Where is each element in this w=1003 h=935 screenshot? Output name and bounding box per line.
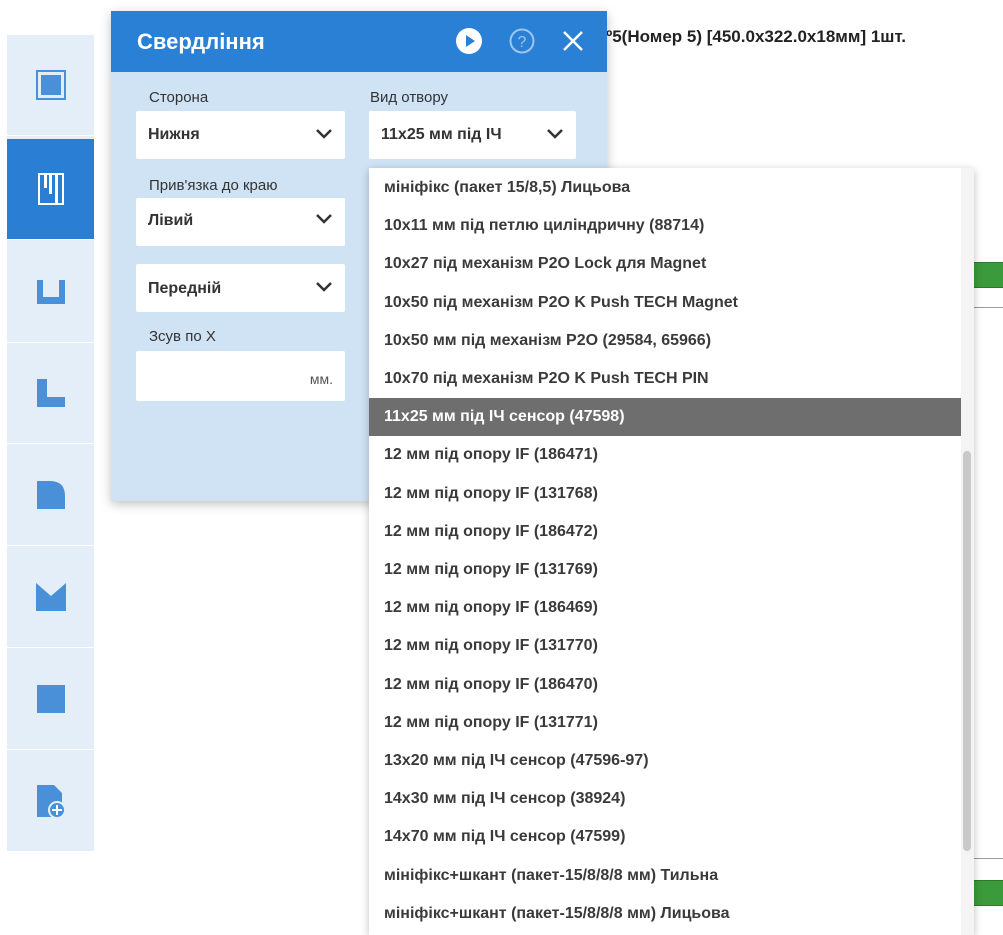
corner-cut-icon	[36, 379, 65, 407]
edge-select[interactable]: Лівий	[136, 198, 345, 246]
dropdown-option[interactable]: 12 мм під опору IF (186472)	[369, 513, 961, 551]
dropdown-option[interactable]: 12 мм під опору IF (186470)	[369, 666, 961, 704]
v-cut-icon	[35, 583, 66, 611]
offset-x-field[interactable]: мм.	[136, 351, 345, 401]
dropdown-option[interactable]: 14x70 мм під ІЧ сенсор (47599)	[369, 818, 961, 856]
svg-text:?: ?	[518, 34, 527, 51]
edge-label: Прив'язка до краю	[149, 177, 278, 194]
chevron-down-icon	[316, 129, 332, 139]
dropdown-option[interactable]: 10x50 під механізм P2O K Push TECH Magne…	[369, 284, 961, 322]
chevron-down-icon	[547, 129, 563, 139]
dropdown-option[interactable]: 12 мм під опору IF (131769)	[369, 551, 961, 589]
edge-second-select[interactable]: Передній	[136, 264, 345, 312]
hole-type-select[interactable]: 11x25 мм під ІЧ	[369, 111, 576, 159]
dropdown-option[interactable]: 12 мм під опору IF (186469)	[369, 589, 961, 627]
scrollbar-track[interactable]	[961, 168, 974, 935]
dropdown-option[interactable]: 14x30 мм під ІЧ сенсор (38924)	[369, 780, 961, 818]
toolbar-btn-v-cut[interactable]	[7, 547, 94, 648]
side-select[interactable]: Нижня	[136, 111, 345, 159]
rectangle-icon	[36, 685, 65, 713]
scrollbar-thumb[interactable]	[963, 451, 971, 851]
operations-toolbar	[7, 35, 94, 852]
add-file-icon	[36, 785, 66, 818]
dropdown-option[interactable]: 13x20 мм під ІЧ сенсор (47596-97)	[369, 742, 961, 780]
square-frame-icon	[35, 70, 66, 100]
drilling-icon	[37, 173, 64, 205]
hole-type-label: Вид отвору	[370, 89, 449, 106]
dropdown-option[interactable]: 10x70 під механізм P2O K Push TECH PIN	[369, 360, 961, 398]
dropdown-option[interactable]: 12 мм під опору IF (186471)	[369, 436, 961, 474]
unit-label: мм.	[309, 371, 333, 387]
offset-x-label: Зсув по X	[149, 328, 216, 345]
u-groove-icon	[36, 280, 65, 304]
help-icon[interactable]: ?	[509, 28, 535, 54]
toolbar-btn-rounding[interactable]	[7, 445, 94, 546]
rounded-corner-icon	[36, 481, 65, 509]
panel-title: Свердління	[137, 29, 265, 54]
toolbar-btn-drilling[interactable]	[7, 139, 94, 240]
dropdown-option[interactable]: 10x11 мм під петлю циліндричну (88714)	[369, 207, 961, 245]
dropdown-option[interactable]: мініфікс+шкант (пакет-15/8/8/8 мм) Лицьо…	[369, 895, 961, 933]
part-info-title: º5(Номер 5) [450.0x322.0x18мм] 1шт.	[606, 27, 907, 46]
toolbar-btn-rectangle[interactable]	[7, 649, 94, 750]
chevron-down-icon	[316, 214, 332, 224]
dropdown-option[interactable]: 10x27 під механізм P2O Lock для Magnet	[369, 245, 961, 283]
dropdown-option[interactable]: 12 мм під опору IF (131770)	[369, 627, 961, 665]
dropdown-option[interactable]: 11x25 мм під ІЧ сенсор (47598)	[369, 398, 961, 437]
panel-header: Свердління ?	[111, 11, 607, 72]
side-label: Сторона	[149, 89, 209, 106]
hole-type-dropdown[interactable]: мініфікс+шкант (пакет-15/8/8/8 мм) Лицьо…	[369, 168, 974, 935]
chevron-down-icon	[316, 282, 332, 292]
close-icon[interactable]	[562, 30, 584, 52]
toolbar-btn-corner-cut[interactable]	[7, 343, 94, 444]
play-icon[interactable]	[456, 28, 482, 54]
dropdown-option[interactable]: мініфікс (пакет 15/8,5) Лицьова	[369, 169, 961, 207]
dropdown-option[interactable]: мініфікс+шкант (пакет-15/8/8/8 мм) Тильн…	[369, 857, 961, 895]
dropdown-option[interactable]: 12 мм під опору IF (131771)	[369, 704, 961, 742]
toolbar-btn-edging[interactable]	[7, 35, 94, 136]
toolbar-btn-groove[interactable]	[7, 242, 94, 343]
dropdown-option[interactable]: 12 мм під опору IF (131768)	[369, 475, 961, 513]
toolbar-btn-add-file[interactable]	[7, 751, 94, 852]
dropdown-option[interactable]: 10x50 мм під механізм P2O (29584, 65966)	[369, 322, 961, 360]
